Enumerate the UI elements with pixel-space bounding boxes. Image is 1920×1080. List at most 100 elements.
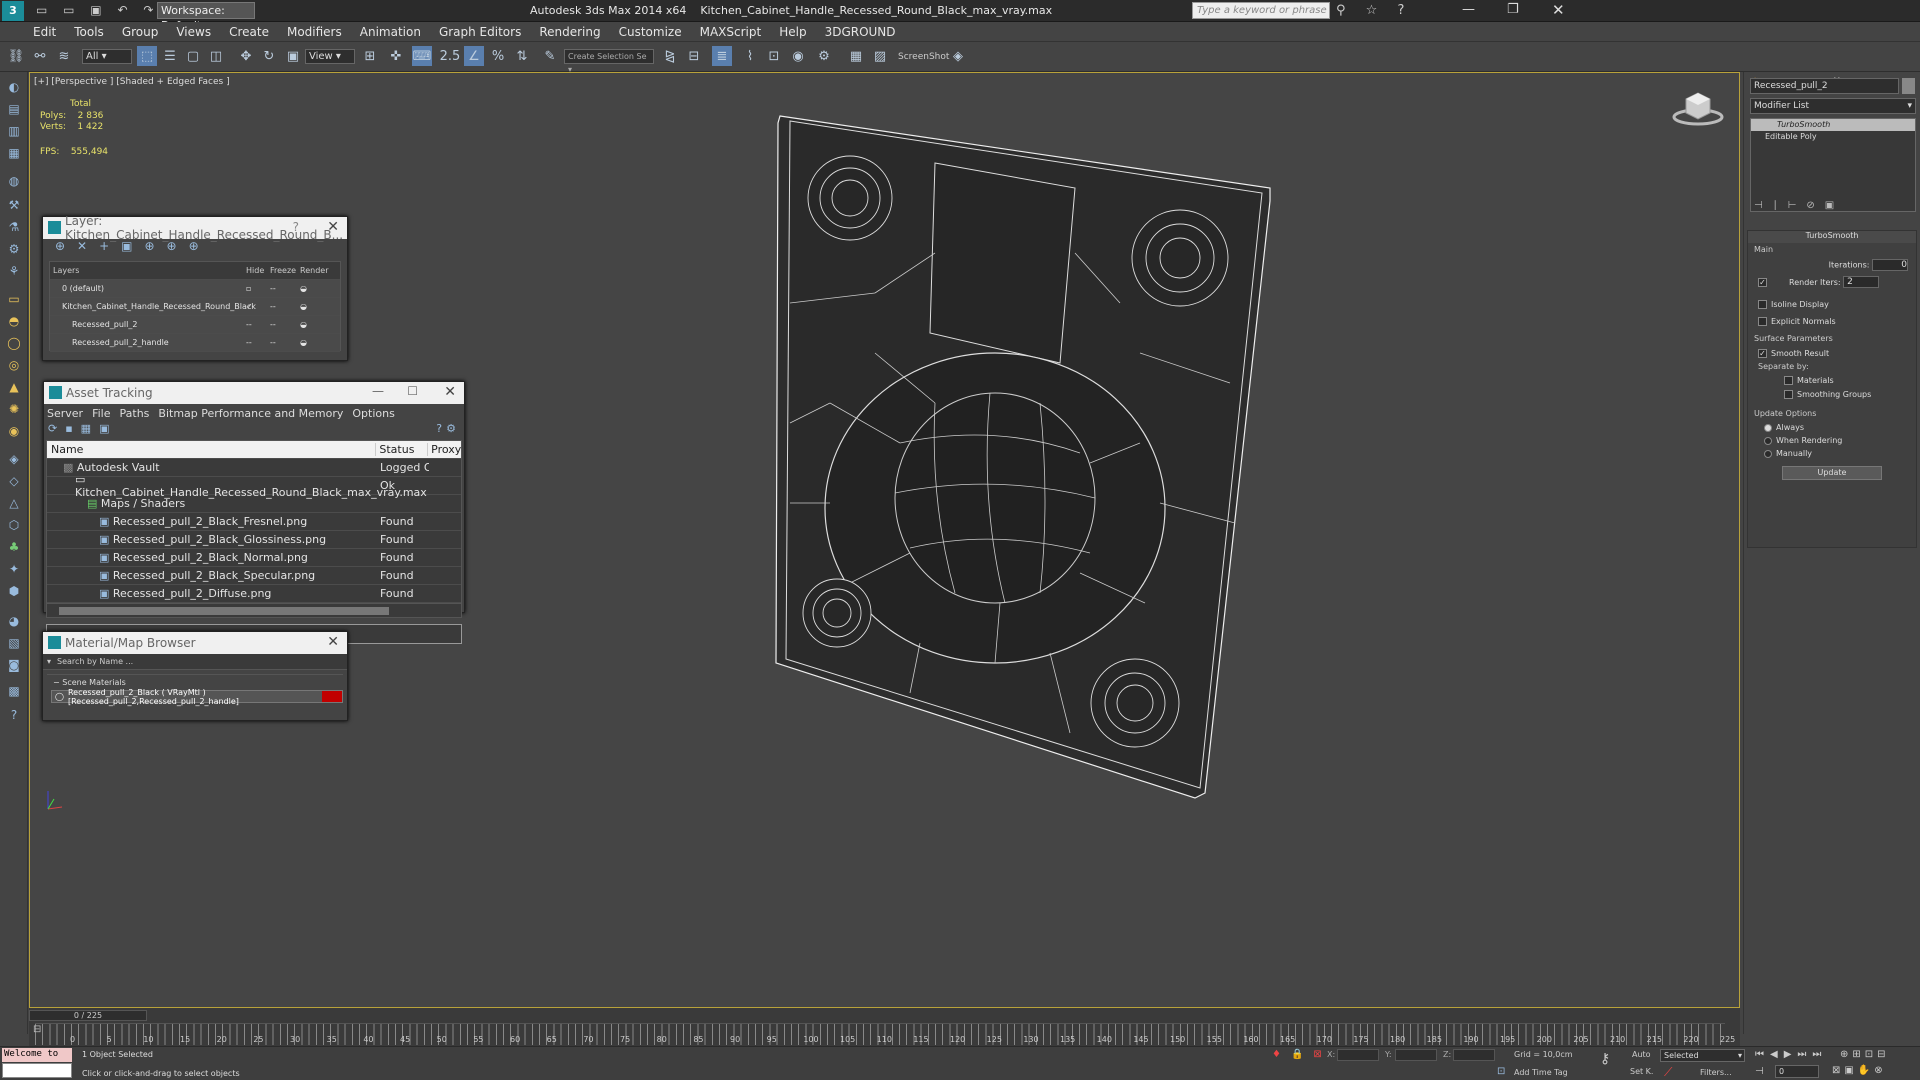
asset-row[interactable]: ▣ Recessed_pull_2_Diffuse.png Found [47, 585, 461, 603]
menu-animation[interactable]: Animation [351, 22, 430, 39]
viewport-label[interactable]: [+] [Perspective ] [Shaded + Edged Faces… [34, 77, 230, 87]
layer-row[interactable]: 0 (default) ▫ -- ◒ [50, 280, 340, 298]
maximize-icon[interactable]: ☐ [407, 384, 418, 398]
list-icon[interactable]: ▥ [5, 122, 23, 140]
search-input[interactable]: Type a keyword or phrase [1192, 2, 1330, 19]
viewport-nav-controls[interactable]: ⊕⊞⊡⊟ [1840, 1049, 1890, 1060]
scale-icon[interactable]: ▣ [283, 46, 303, 66]
menu-modifiers[interactable]: Modifiers [278, 22, 351, 39]
object-color-swatch[interactable] [1902, 78, 1915, 94]
stack-tools[interactable]: ⊣∣⊢⊘▣ [1750, 200, 1916, 214]
menu-create[interactable]: Create [220, 22, 278, 39]
tool-icon-1[interactable]: ⚒ [5, 196, 23, 214]
plant-icon[interactable]: ♣ [5, 538, 23, 556]
playback-controls[interactable]: ⏮◀▶⏭⏭ [1755, 1049, 1827, 1060]
menu-server[interactable]: Server [47, 407, 83, 420]
x-coord-field[interactable] [1337, 1049, 1379, 1061]
add-time-tag[interactable]: Add Time Tag [1514, 1068, 1568, 1077]
freeze-icon[interactable]: -- [270, 302, 300, 311]
hide-icon[interactable]: ▫ [246, 284, 270, 293]
app-logo-icon[interactable]: 3 [2, 1, 24, 21]
help-icon[interactable]: ? [5, 706, 23, 724]
percent-snap-icon[interactable]: % [488, 46, 508, 66]
iterations-spinner[interactable]: 0 [1872, 259, 1908, 271]
maximize-icon[interactable]: ❐ [1507, 2, 1519, 17]
rotate-icon[interactable]: ↻ [259, 46, 279, 66]
torus-icon[interactable]: ◎ [5, 356, 23, 374]
asset-row[interactable]: ▣ Recessed_pull_2_Black_Glossiness.png Fo… [47, 531, 461, 549]
dome-icon[interactable]: ◓ [5, 312, 23, 330]
snaps-icon[interactable]: 2.5 [440, 46, 461, 66]
hide-icon[interactable]: -- [246, 320, 270, 329]
menu-file[interactable]: File [92, 407, 110, 420]
asset-row[interactable]: ▣ Recessed_pull_2_Black_Normal.png Found [47, 549, 461, 567]
workspace-dropdown[interactable]: Workspace: Default ▾ [157, 2, 255, 32]
rollout-title[interactable]: TurboSmooth [1748, 231, 1916, 243]
sun-icon[interactable]: ✺ [5, 400, 23, 418]
named-selection-dropdown[interactable]: Create Selection Se ▾ [564, 49, 654, 74]
time-tag-icon[interactable]: ⊡ [1497, 1066, 1505, 1077]
window-crossing-icon[interactable]: ◫ [206, 46, 226, 66]
menu-customize[interactable]: Customize [610, 22, 691, 39]
layer-row[interactable]: Kitchen_Cabinet_Handle_Recessed_Round_Bl… [50, 298, 340, 316]
menu-help[interactable]: Help [770, 22, 815, 39]
edit-named-selection-icon[interactable]: ✎ [540, 46, 560, 66]
lock-icons[interactable]: ♦🔒⊠ [1272, 1049, 1332, 1060]
render-icon[interactable]: ◒ [300, 338, 330, 347]
object-name-field[interactable]: Recessed_pull_2 [1750, 78, 1899, 94]
col-render[interactable]: Render [300, 266, 330, 275]
bind-space-warp-icon[interactable]: ≋ [54, 46, 74, 66]
globe-icon[interactable]: ◕ [5, 612, 23, 630]
trackbar-icon[interactable]: ⊟ [33, 1024, 41, 1035]
select-object-icon[interactable]: ⬚ [137, 46, 157, 66]
shape-icon-5[interactable]: ✦ [5, 560, 23, 578]
tool-icon-7[interactable]: ▩ [5, 682, 23, 700]
always-radio[interactable] [1764, 423, 1772, 432]
menu-tools[interactable]: Tools [65, 22, 113, 39]
freeze-icon[interactable]: -- [270, 320, 300, 329]
render-icon[interactable]: ◒ [300, 302, 330, 311]
tool-icon-3[interactable]: ⚙ [5, 240, 23, 258]
z-coord-field[interactable] [1453, 1049, 1495, 1061]
stack-item-editable-poly[interactable]: Editable Poly [1751, 131, 1915, 143]
material-search-field[interactable]: ▾ Search by Name ... [43, 654, 347, 670]
unlink-icon[interactable]: ⚯ [30, 46, 50, 66]
viewcube-icon[interactable] [1672, 85, 1726, 129]
shape-icon-1[interactable]: ◈ [5, 450, 23, 468]
materials-checkbox[interactable] [1784, 376, 1793, 385]
render-frame-icon[interactable]: ▦ [846, 46, 866, 66]
create-icon[interactable]: ▤ [5, 100, 23, 118]
current-frame-field[interactable]: 0 [1775, 1065, 1819, 1078]
key-mode-dropdown[interactable]: Selected ▾ [1660, 1049, 1745, 1062]
help-icon[interactable]: ?⚙ [436, 422, 460, 435]
render-iters-spinner[interactable]: 2 [1843, 276, 1880, 288]
sphere-icon[interactable]: ◯ [5, 334, 23, 352]
view-icon[interactable]: ◐ [5, 78, 23, 96]
shape-icon-4[interactable]: ⬡ [5, 516, 23, 534]
asset-row[interactable]: ▭ Kitchen_Cabinet_Handle_Recessed_Round_… [47, 473, 461, 499]
col-hide[interactable]: Hide [246, 266, 270, 275]
align-icon[interactable]: ⊟ [684, 46, 704, 66]
key-filters-button[interactable]: Filters... [1700, 1068, 1732, 1077]
manually-radio[interactable] [1764, 449, 1772, 458]
render-iters-checkbox[interactable]: ✓ [1758, 277, 1767, 287]
menu-maxscript[interactable]: MAXScript [691, 22, 771, 39]
tool-icon-4[interactable]: ⚘ [5, 262, 23, 280]
isoline-checkbox[interactable] [1758, 300, 1767, 309]
col-layers[interactable]: Layers [50, 266, 246, 275]
render-icon[interactable]: ▨ [870, 46, 890, 66]
rect-region-icon[interactable]: ▢ [183, 46, 203, 66]
cabinet-handle-mesh[interactable] [730, 103, 1290, 803]
infocenter-icons[interactable]: ⚲ ☆ ? [1336, 3, 1412, 18]
smoothing-groups-checkbox[interactable] [1784, 390, 1793, 399]
menu-bitmap-performance[interactable]: Bitmap Performance and Memory [158, 407, 343, 420]
grid-icon[interactable]: ▦ [5, 144, 23, 162]
smooth-result-checkbox[interactable]: ✓ [1758, 349, 1767, 358]
scrollbar-thumb[interactable] [59, 607, 389, 615]
close-icon[interactable]: ✕ [327, 219, 339, 235]
horizontal-scrollbar[interactable] [47, 603, 461, 617]
auto-key-button[interactable]: Auto [1632, 1050, 1651, 1059]
box-icon[interactable]: ▭ [5, 290, 23, 308]
move-icon[interactable]: ✥ [236, 46, 256, 66]
freeze-icon[interactable]: -- [270, 284, 300, 293]
